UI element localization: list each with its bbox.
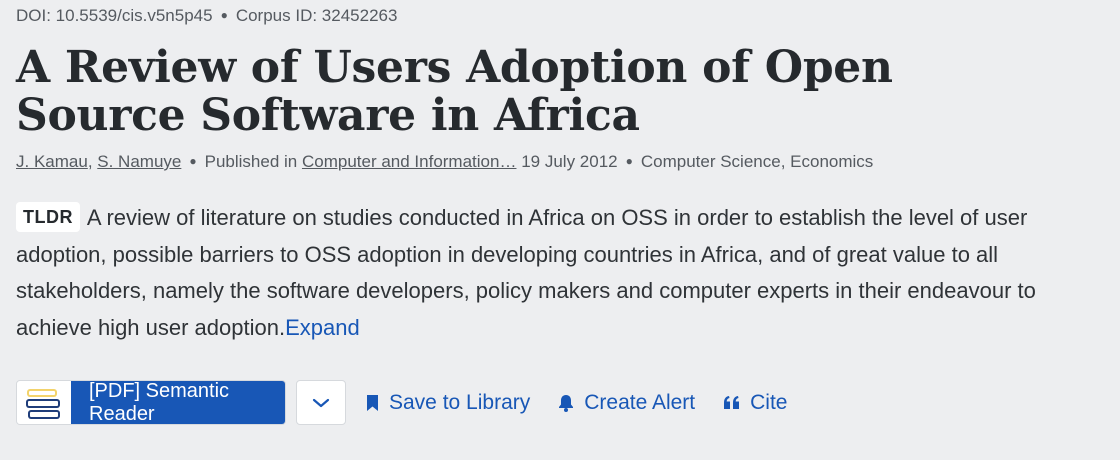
separator-dot: ●: [625, 154, 633, 168]
create-alert-label: Create Alert: [584, 390, 696, 414]
doi-text: DOI: 10.5539/cis.v5n5p45: [16, 6, 213, 25]
save-to-library-label: Save to Library: [389, 390, 531, 414]
reader-options-dropdown[interactable]: [296, 380, 346, 425]
separator-dot: ●: [189, 154, 197, 168]
author-link[interactable]: S. Namuye: [97, 152, 181, 171]
action-bar: [PDF] Semantic Reader Save to Library Cr…: [16, 380, 788, 425]
author-link[interactable]: J. Kamau: [16, 152, 88, 171]
corpus-id-text: Corpus ID: 32452263: [235, 6, 398, 25]
paper-meta: DOI: 10.5539/cis.v5n5p45 ● Corpus ID: 3245…: [16, 6, 397, 26]
paper-header: DOI: 10.5539/cis.v5n5p45 ● Corpus ID: 3245…: [0, 0, 1120, 460]
paper-title: A Review of Users Adoption of Open Sourc…: [16, 42, 893, 141]
reader-book-icon: [17, 381, 71, 424]
publication-date: 19 July 2012: [521, 152, 618, 171]
semantic-reader-label: [PDF] Semantic Reader: [71, 381, 285, 424]
tldr-badge: TLDR: [16, 202, 80, 232]
chevron-down-icon: [312, 398, 330, 407]
separator-dot: ●: [220, 8, 228, 22]
quote-icon: [724, 396, 740, 409]
published-prefix: Published in: [204, 152, 298, 171]
cite-button[interactable]: Cite: [723, 390, 788, 415]
bookmark-icon: [367, 394, 378, 411]
tldr-section: TLDR A review of literature on studies c…: [16, 200, 1112, 346]
bell-icon: [559, 394, 574, 412]
save-to-library-button[interactable]: Save to Library: [366, 391, 530, 415]
tldr-text: A review of literature on studies conduc…: [16, 205, 1036, 340]
fields-of-study: Computer Science, Economics: [640, 152, 874, 171]
cite-label: Cite: [750, 390, 788, 414]
venue-link[interactable]: Computer and Information…: [302, 152, 517, 171]
semantic-reader-button[interactable]: [PDF] Semantic Reader: [16, 380, 286, 425]
expand-link[interactable]: Expand: [285, 315, 360, 340]
create-alert-button[interactable]: Create Alert: [558, 391, 695, 415]
paper-byline: J. Kamau, S. Namuye ● Published in Compute…: [16, 152, 873, 172]
author-separator: ,: [87, 152, 98, 171]
